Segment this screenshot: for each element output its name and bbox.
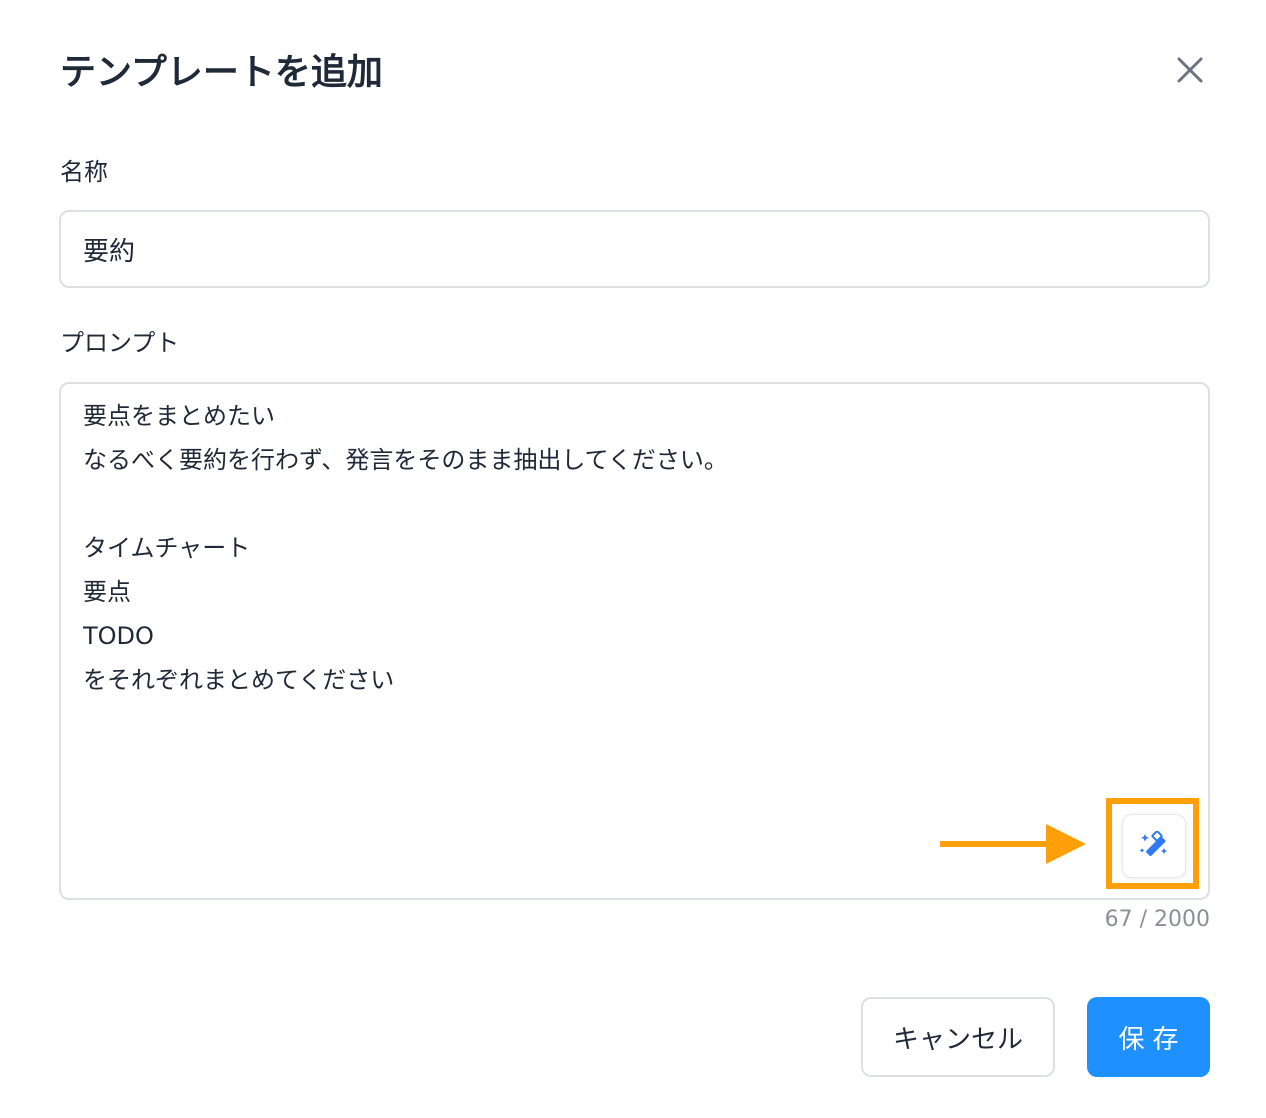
name-input[interactable]: [59, 210, 1210, 288]
close-icon: [1177, 57, 1203, 83]
arrow-right-icon: [940, 824, 1086, 864]
improve-prompt-button[interactable]: [1122, 814, 1186, 878]
magic-wand-icon: [1139, 831, 1167, 856]
dialog-title: テンプレートを追加: [60, 52, 383, 93]
character-counter: 67 / 2000: [1104, 907, 1210, 932]
prompt-textarea[interactable]: 要点をまとめたい なるべく要約を行わず、発言をそのまま抽出してください。 タイム…: [83, 394, 1083, 874]
prompt-label: プロンプト: [60, 329, 180, 357]
save-button[interactable]: 保存: [1087, 997, 1210, 1077]
cancel-button[interactable]: キャンセル: [861, 997, 1055, 1077]
close-button[interactable]: [1170, 50, 1210, 90]
name-label: 名称: [60, 158, 108, 186]
